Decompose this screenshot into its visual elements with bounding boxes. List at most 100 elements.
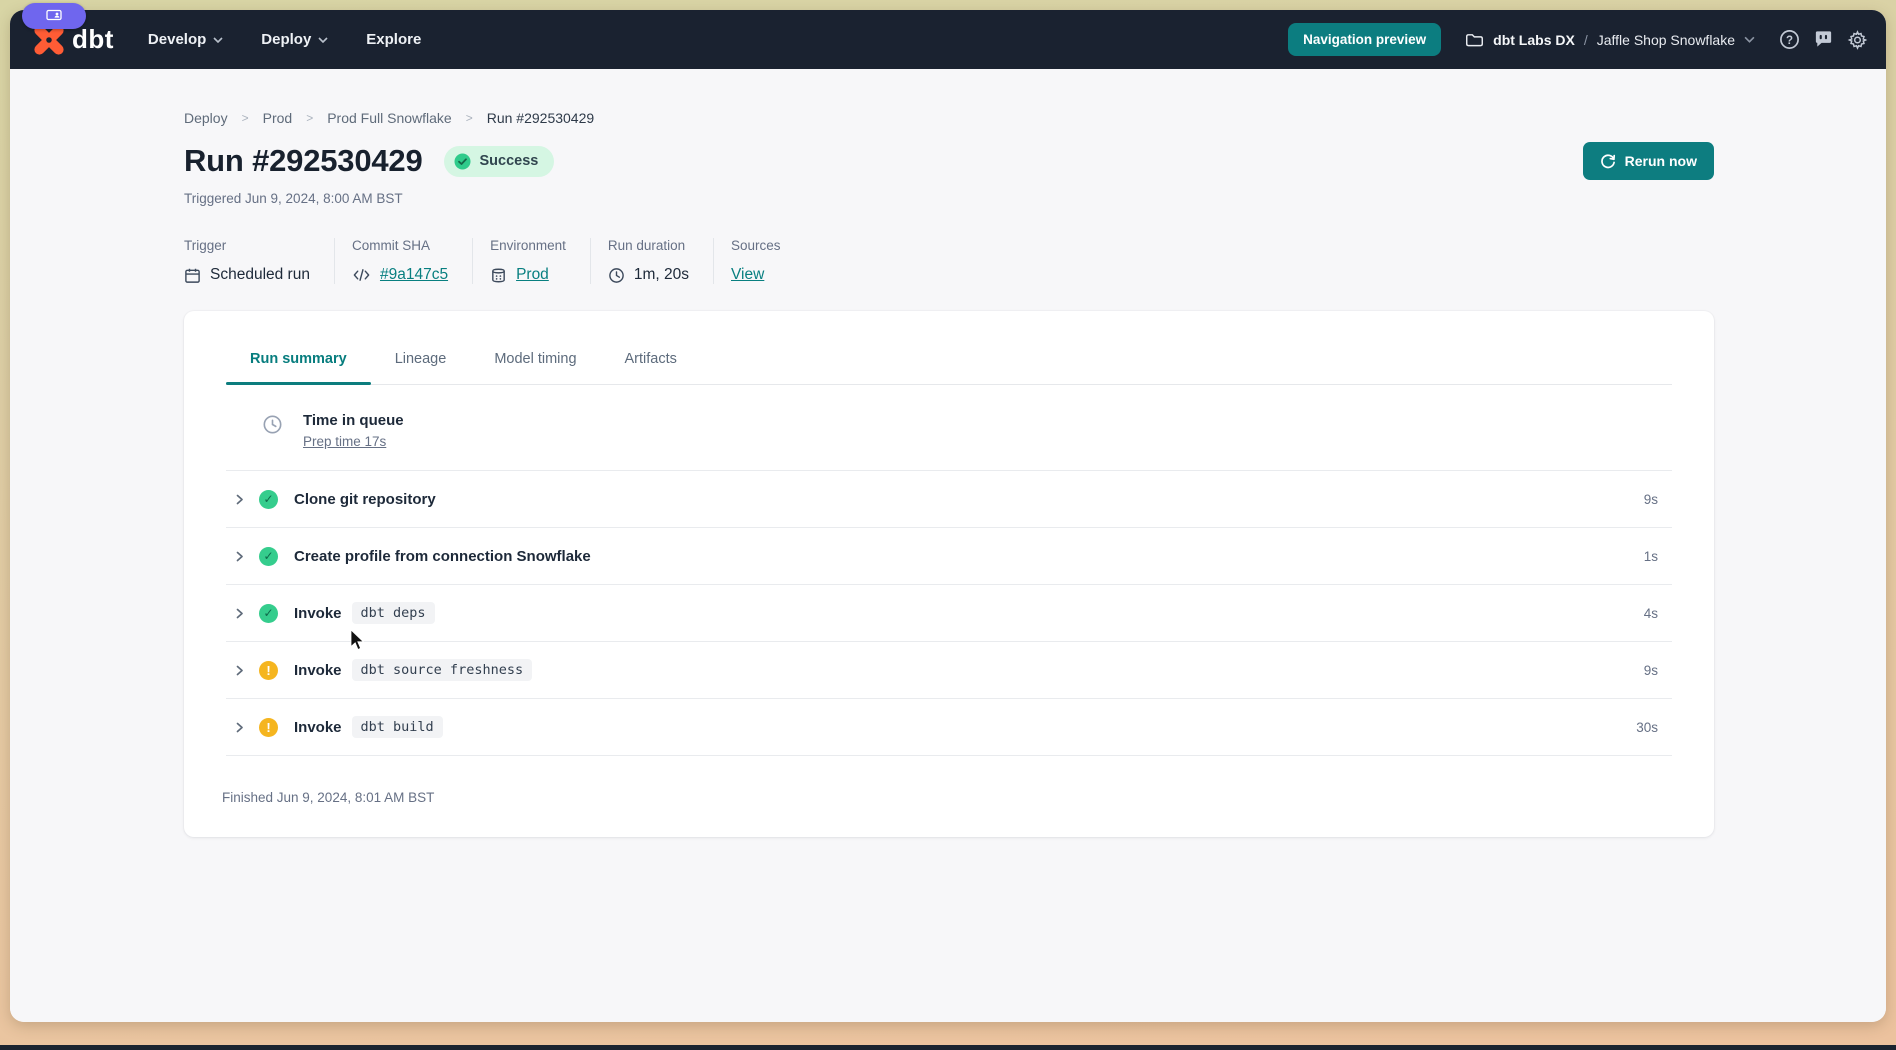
dbt-logo-text: dbt — [72, 24, 114, 55]
meta-label: Sources — [731, 238, 781, 253]
step-duration: 1s — [1644, 549, 1658, 564]
screen-share-icon — [46, 9, 62, 23]
chevron-down-icon — [213, 37, 223, 43]
clock-icon — [608, 267, 625, 284]
clock-icon — [262, 414, 283, 435]
meta-environment: Environment Prod — [490, 238, 591, 284]
top-navbar: dbt Develop Deploy Explore Navigation pr… — [10, 10, 1886, 69]
prep-time-link[interactable]: Prep time 17s — [303, 434, 386, 449]
meta-label: Trigger — [184, 238, 310, 253]
meta-trigger: Trigger Scheduled run — [184, 238, 335, 284]
step-name: Invoke — [294, 719, 342, 736]
chevron-right-icon[interactable] — [233, 550, 246, 563]
step-command: dbt deps — [352, 602, 435, 624]
account-name: dbt Labs DX — [1493, 32, 1575, 48]
page-title: Run #292530429 — [184, 143, 422, 179]
step-command: dbt build — [352, 716, 443, 738]
project-name: Jaffle Shop Snowflake — [1597, 32, 1735, 48]
step-status-icon — [259, 547, 278, 566]
step-status-icon — [259, 718, 278, 737]
breadcrumb: Deploy > Prod > Prod Full Snowflake > Ru… — [184, 69, 1714, 126]
step-status-icon — [259, 604, 278, 623]
step-command: dbt source freshness — [352, 659, 533, 681]
settings-icon[interactable] — [1847, 29, 1868, 50]
calendar-icon — [184, 267, 201, 284]
step-name: Invoke — [294, 662, 342, 679]
step-row-dbt-deps[interactable]: Invoke dbt deps 4s — [226, 585, 1672, 642]
meta-label: Commit SHA — [352, 238, 448, 253]
tab-lineage[interactable]: Lineage — [371, 351, 471, 384]
meta-value-text: Scheduled run — [210, 266, 310, 284]
feedback-icon[interactable] — [1813, 29, 1834, 50]
chevron-down-icon — [1744, 36, 1755, 43]
rerun-icon — [1600, 153, 1616, 169]
meta-value-text: 1m, 20s — [634, 266, 689, 284]
meta-sources: Sources View — [731, 238, 805, 284]
breadcrumb-deploy[interactable]: Deploy — [184, 110, 228, 126]
finished-timestamp: Finished Jun 9, 2024, 8:01 AM BST — [222, 790, 1672, 805]
step-name: Create profile from connection Snowflake — [294, 548, 591, 565]
step-duration: 9s — [1644, 492, 1658, 507]
step-row-clone-git[interactable]: Clone git repository 9s — [226, 471, 1672, 528]
tab-bar: Run summary Lineage Model timing Artifac… — [226, 351, 1672, 385]
breadcrumb-separator: > — [306, 111, 313, 125]
step-row-create-profile[interactable]: Create profile from connection Snowflake… — [226, 528, 1672, 585]
run-detail-page: Deploy > Prod > Prod Full Snowflake > Ru… — [10, 69, 1886, 1022]
code-icon — [352, 268, 371, 282]
step-duration: 30s — [1636, 720, 1658, 735]
tab-artifacts[interactable]: Artifacts — [601, 351, 701, 384]
chevron-right-icon[interactable] — [233, 607, 246, 620]
navbar-icons: ? — [1779, 29, 1868, 50]
meta-label: Environment — [490, 238, 566, 253]
status-badge-label: Success — [479, 153, 538, 169]
nav-item-deploy[interactable]: Deploy — [261, 31, 328, 48]
sources-view-link[interactable]: View — [731, 266, 764, 284]
step-row-dbt-source-freshness[interactable]: Invoke dbt source freshness 9s — [226, 642, 1672, 699]
environment-link[interactable]: Prod — [516, 266, 549, 284]
step-row-dbt-build[interactable]: Invoke dbt build 30s — [226, 699, 1672, 756]
account-separator: / — [1584, 32, 1588, 48]
run-meta-row: Trigger Scheduled run Commit SHA — [184, 238, 1714, 284]
screen-share-badge[interactable] — [22, 3, 86, 29]
breadcrumb-job[interactable]: Prod Full Snowflake — [327, 110, 452, 126]
help-icon[interactable]: ? — [1779, 29, 1800, 50]
queue-title: Time in queue — [303, 412, 404, 429]
step-duration: 9s — [1644, 663, 1658, 678]
chevron-right-icon[interactable] — [233, 721, 246, 734]
navigation-preview-button[interactable]: Navigation preview — [1288, 23, 1441, 56]
step-status-icon — [259, 490, 278, 509]
breadcrumb-run: Run #292530429 — [487, 110, 594, 126]
bottom-edge-strip — [0, 1045, 1896, 1050]
breadcrumb-separator: > — [242, 111, 249, 125]
step-name: Clone git repository — [294, 491, 436, 508]
commit-sha-link[interactable]: #9a147c5 — [380, 266, 448, 284]
nav-item-develop[interactable]: Develop — [148, 31, 223, 48]
account-project-selector[interactable]: dbt Labs DX / Jaffle Shop Snowflake — [1465, 32, 1755, 48]
meta-label: Run duration — [608, 238, 689, 253]
chevron-right-icon[interactable] — [233, 493, 246, 506]
nav-item-explore[interactable]: Explore — [366, 31, 421, 48]
chevron-down-icon — [318, 37, 328, 43]
check-circle-icon — [454, 153, 471, 170]
time-in-queue-block: Time in queue Prep time 17s — [226, 385, 1672, 471]
status-badge: Success — [444, 146, 554, 177]
chevron-right-icon[interactable] — [233, 664, 246, 677]
breadcrumb-prod[interactable]: Prod — [263, 110, 293, 126]
environment-icon — [490, 267, 507, 284]
svg-text:?: ? — [1786, 35, 1793, 47]
triggered-timestamp: Triggered Jun 9, 2024, 8:00 AM BST — [184, 191, 1714, 206]
folder-icon — [1465, 32, 1484, 48]
meta-run-duration: Run duration 1m, 20s — [608, 238, 714, 284]
nav-menu: Develop Deploy Explore — [148, 31, 421, 48]
meta-commit-sha: Commit SHA #9a147c5 — [352, 238, 473, 284]
navbar-right: Navigation preview dbt Labs DX / Jaffle … — [1288, 23, 1868, 56]
rerun-now-button[interactable]: Rerun now — [1583, 142, 1714, 180]
breadcrumb-separator: > — [466, 111, 473, 125]
run-summary-card: Run summary Lineage Model timing Artifac… — [184, 311, 1714, 837]
tab-model-timing[interactable]: Model timing — [470, 351, 600, 384]
step-status-icon — [259, 661, 278, 680]
app-window: dbt Develop Deploy Explore Navigation pr… — [10, 10, 1886, 1022]
step-name: Invoke — [294, 605, 342, 622]
step-duration: 4s — [1644, 606, 1658, 621]
tab-run-summary[interactable]: Run summary — [226, 351, 371, 384]
